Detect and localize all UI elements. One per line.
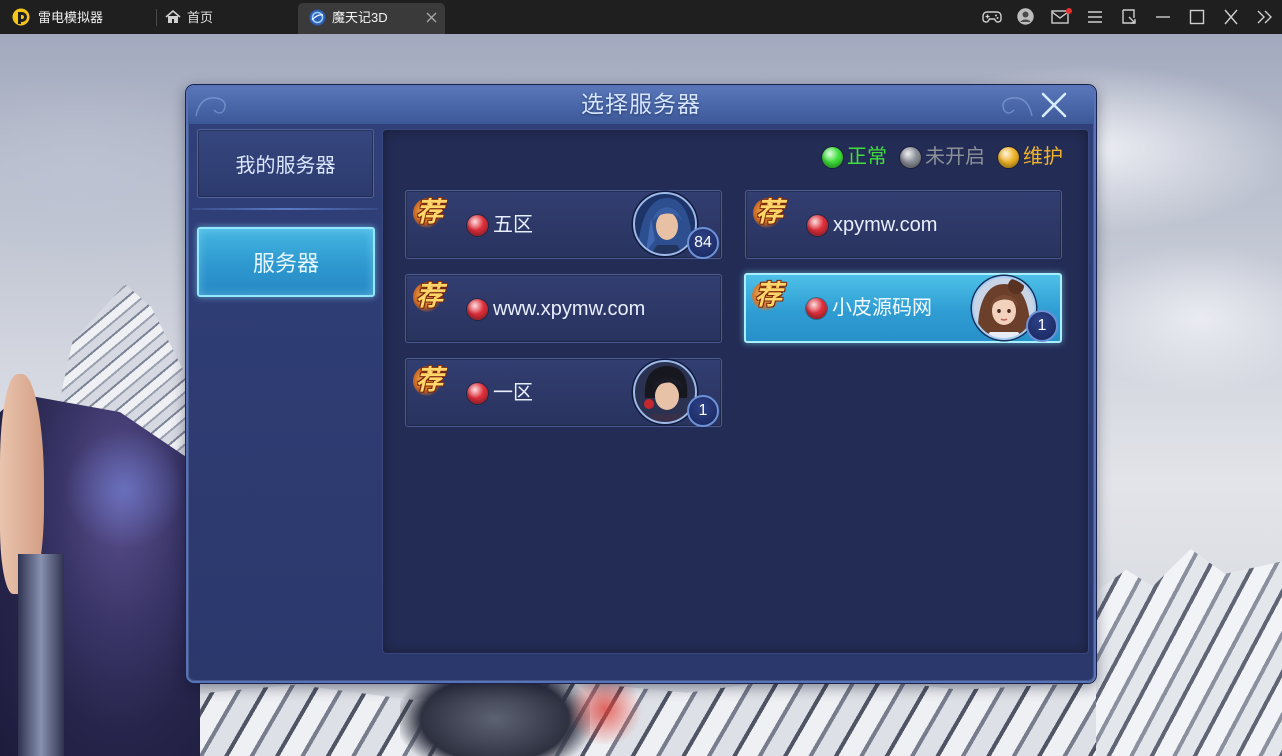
recommended-badge-text: 荐 <box>756 197 783 227</box>
minimize-icon[interactable] <box>1154 9 1172 25</box>
server-card[interactable]: 荐 一区 1 <box>405 358 722 427</box>
home-tab-label[interactable]: 首页 <box>187 9 213 26</box>
app-name: 雷电模拟器 <box>38 10 104 25</box>
recommended-badge-text: 荐 <box>416 281 443 311</box>
background-cloud <box>1070 244 1282 394</box>
sidebar-divider <box>192 208 378 210</box>
expand-icon[interactable] <box>1120 9 1138 25</box>
server-name: 一区 <box>493 382 533 404</box>
legend-label: 维护 <box>1023 146 1063 168</box>
sidebar-item-servers[interactable]: 服务器 <box>197 227 375 297</box>
status-dot-green <box>822 146 843 168</box>
status-legend: 正常 未开启 维护 <box>822 145 1063 169</box>
close-icon[interactable] <box>1222 9 1240 25</box>
user-icon[interactable] <box>1017 8 1034 25</box>
maximize-icon[interactable] <box>1188 9 1206 25</box>
server-name: xpymw.com <box>833 214 938 236</box>
close-icon[interactable] <box>1040 91 1068 119</box>
game-icon <box>309 9 326 26</box>
server-name: 五区 <box>493 214 533 236</box>
recommended-badge: 荐 <box>751 194 788 231</box>
server-card[interactable]: 荐 五区 84 <box>405 190 722 259</box>
snowy-mountains <box>1092 549 1282 756</box>
recommended-badge-text: 荐 <box>416 197 443 227</box>
server-card-selected[interactable]: 荐 小皮源码网 1 <box>744 273 1062 343</box>
status-dot-gray <box>900 146 921 168</box>
titlebar-divider <box>156 9 157 26</box>
legend-item-not-open: 未开启 <box>900 145 985 169</box>
status-dot-red <box>467 215 488 236</box>
tab-close-icon[interactable] <box>426 12 437 23</box>
gamepad-icon[interactable] <box>982 9 1002 25</box>
recommended-badge-text: 荐 <box>755 280 782 310</box>
server-name: www.xpymw.com <box>493 298 646 320</box>
server-card[interactable]: 荐 www.xpymw.com <box>405 274 722 343</box>
server-select-dialog: 选择服务器 我的服务器 服务器 正常 未开启 维护 荐 五区 84 荐 xpym… <box>186 85 1096 683</box>
legend-item-normal: 正常 <box>822 145 887 169</box>
legend-label: 正常 <box>847 146 887 168</box>
legend-item-maintenance: 维护 <box>998 145 1063 169</box>
player-count-badge: 84 <box>687 227 719 259</box>
tab-game-label: 魔天记3D <box>332 10 388 25</box>
home-icon <box>165 10 181 23</box>
sidebar-item-my-servers[interactable]: 我的服务器 <box>197 129 374 198</box>
player-count-badge: 1 <box>1026 310 1058 342</box>
recommended-badge: 荐 <box>411 362 448 399</box>
sidebar-item-label: 我的服务器 <box>235 155 336 177</box>
recommended-badge: 荐 <box>750 277 787 314</box>
player-count-badge: 1 <box>687 395 719 427</box>
server-list-panel: 正常 未开启 维护 荐 五区 84 荐 xpymw.com 荐 www.xpym… <box>382 129 1089 654</box>
menu-icon[interactable] <box>1086 9 1104 25</box>
more-icon[interactable] <box>1256 9 1274 25</box>
tab-game[interactable]: 魔天记3D <box>298 3 445 34</box>
mail-notification-dot <box>1066 8 1072 14</box>
red-spark-effect <box>560 674 650 744</box>
emulator-titlebar: 雷电模拟器 首页 魔天记3D <box>0 0 1282 34</box>
recommended-badge: 荐 <box>411 194 448 231</box>
status-dot-red <box>467 299 488 320</box>
sidebar-item-label: 服务器 <box>252 251 319 276</box>
status-dot-red <box>806 298 827 319</box>
armor-glow <box>60 424 190 554</box>
dialog-title: 选择服务器 <box>581 91 701 117</box>
logo-icon <box>12 8 30 26</box>
server-card[interactable]: 荐 xpymw.com <box>745 190 1062 259</box>
legend-label: 未开启 <box>925 146 985 168</box>
status-dot-red <box>807 215 828 236</box>
recommended-badge-text: 荐 <box>416 365 443 395</box>
status-dot-gold <box>998 146 1019 168</box>
status-dot-red <box>467 383 488 404</box>
recommended-badge: 荐 <box>411 278 448 315</box>
server-name: 小皮源码网 <box>832 297 932 319</box>
character-sword-art <box>18 554 64 756</box>
